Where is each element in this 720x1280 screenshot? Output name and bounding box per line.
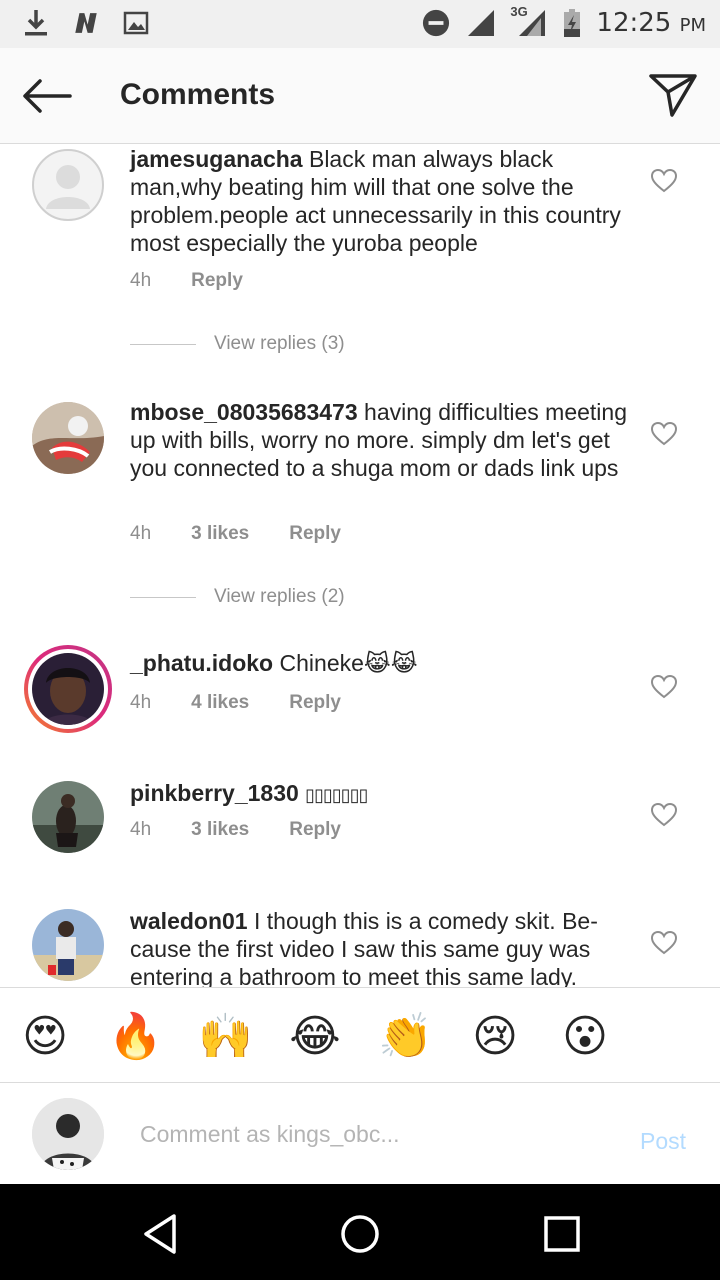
emoji-bar: 😍 🔥 🙌 😂 👏 😢 😮 xyxy=(0,987,720,1083)
comment-time: 4h xyxy=(130,270,152,291)
page-title: Comments xyxy=(120,78,276,111)
emoji-crying-button[interactable]: 😢 xyxy=(468,1010,522,1064)
navigation-bar xyxy=(0,1184,720,1280)
likes-count[interactable]: 4 likes xyxy=(191,692,249,714)
current-user-avatar xyxy=(32,1098,104,1170)
comment-meta: 4h 3 likes Reply xyxy=(130,523,381,545)
comment-text: waledon01 I though this is a comedy skit… xyxy=(130,907,630,987)
comment-input[interactable] xyxy=(140,1116,610,1152)
comment-time: 4h xyxy=(130,523,152,544)
status-time: 12:25 PM xyxy=(596,8,706,38)
circle-home-icon xyxy=(341,1215,379,1253)
heart-icon[interactable] xyxy=(651,931,677,955)
comment-text: pinkberry_1830 ▯▯▯▯▯▯▯ xyxy=(130,779,630,809)
avatar-story-ring[interactable] xyxy=(24,645,112,733)
heart-icon[interactable] xyxy=(651,803,677,827)
view-replies-button[interactable]: View replies (2) xyxy=(130,586,345,608)
battery-charging-icon xyxy=(562,8,582,38)
comment-text: _phatu.idoko Chineke😹😹 xyxy=(130,649,630,677)
comment-username[interactable]: pinkberry_1830 xyxy=(130,780,299,806)
avatar xyxy=(32,653,104,725)
network-type-label: 3G xyxy=(510,4,528,19)
divider xyxy=(130,596,196,598)
comment-content: ▯▯▯▯▯▯▯ xyxy=(305,785,368,805)
reply-button[interactable]: Reply xyxy=(191,270,243,292)
emoji-clapping-button[interactable]: 👏 xyxy=(378,1010,433,1064)
emoji-fire-button[interactable]: 🔥 xyxy=(108,1010,163,1064)
nav-back-button[interactable] xyxy=(140,1212,184,1256)
heart-icon[interactable] xyxy=(651,422,677,446)
back-button[interactable] xyxy=(20,76,76,116)
comment-text: mbose_08035683473 having difficulties me… xyxy=(130,398,630,482)
avatar[interactable] xyxy=(32,909,104,981)
status-bar: 3G 12:25 PM xyxy=(0,0,720,48)
post-button[interactable]: Post xyxy=(640,1128,686,1155)
heart-icon[interactable] xyxy=(651,675,677,699)
avatar[interactable] xyxy=(32,781,104,853)
nav-recents-button[interactable] xyxy=(542,1212,586,1256)
share-button[interactable] xyxy=(648,72,698,120)
square-recents-icon xyxy=(544,1216,580,1252)
comment-username[interactable]: jamesuganacha xyxy=(130,146,303,172)
comment-username[interactable]: mbose_08035683473 xyxy=(130,399,358,425)
do-not-disturb-icon xyxy=(422,8,450,38)
likes-count[interactable]: 3 likes xyxy=(191,523,249,545)
signal-3g-icon: 3G xyxy=(510,4,548,38)
paper-plane-icon xyxy=(649,74,697,117)
comment-username[interactable]: waledon01 xyxy=(130,908,248,934)
comment-time: 4h xyxy=(130,692,152,713)
comment-time: 4h xyxy=(130,819,152,840)
nav-home-button[interactable] xyxy=(340,1212,384,1256)
download-icon xyxy=(22,8,50,38)
emoji-raised-hands-button[interactable]: 🙌 xyxy=(198,1010,253,1064)
avatar[interactable] xyxy=(32,402,104,474)
reply-button[interactable]: Reply xyxy=(289,692,341,714)
view-replies-label: View replies (3) xyxy=(214,333,345,354)
view-replies-label: View replies (2) xyxy=(214,586,345,607)
arrow-left-icon xyxy=(23,79,72,113)
status-time-value: 12:25 xyxy=(596,8,672,38)
emoji-tears-of-joy-button[interactable]: 😂 xyxy=(288,1010,342,1064)
heart-icon[interactable] xyxy=(651,169,677,193)
comments-list[interactable]: jamesuganacha Black man always black man… xyxy=(0,145,720,987)
likes-count[interactable]: 3 likes xyxy=(191,819,249,841)
image-icon xyxy=(122,8,150,38)
comment-meta: 4h 4 likes Reply xyxy=(130,692,381,714)
status-time-ampm: PM xyxy=(679,15,706,36)
comment-meta: 4h Reply xyxy=(130,270,283,292)
comment-composer: Post xyxy=(0,1084,720,1184)
divider xyxy=(130,343,196,345)
emoji-heart-eyes-button[interactable]: 😍 xyxy=(18,1010,72,1064)
comment-content: Chineke😹😹 xyxy=(279,650,418,676)
comments-header: Comments xyxy=(0,48,720,144)
comment-meta: 4h 3 likes Reply xyxy=(130,819,381,841)
avatar[interactable] xyxy=(32,149,104,221)
emoji-surprised-button[interactable]: 😮 xyxy=(558,1010,612,1064)
triangle-back-icon xyxy=(144,1214,176,1254)
comment-text: jamesuganacha Black man always black man… xyxy=(130,145,630,257)
n-app-icon xyxy=(72,8,100,38)
reply-button[interactable]: Reply xyxy=(289,523,341,545)
signal-icon xyxy=(464,8,498,38)
comment-username[interactable]: _phatu.idoko xyxy=(130,650,273,676)
view-replies-button[interactable]: View replies (3) xyxy=(130,333,345,355)
reply-button[interactable]: Reply xyxy=(289,819,341,841)
